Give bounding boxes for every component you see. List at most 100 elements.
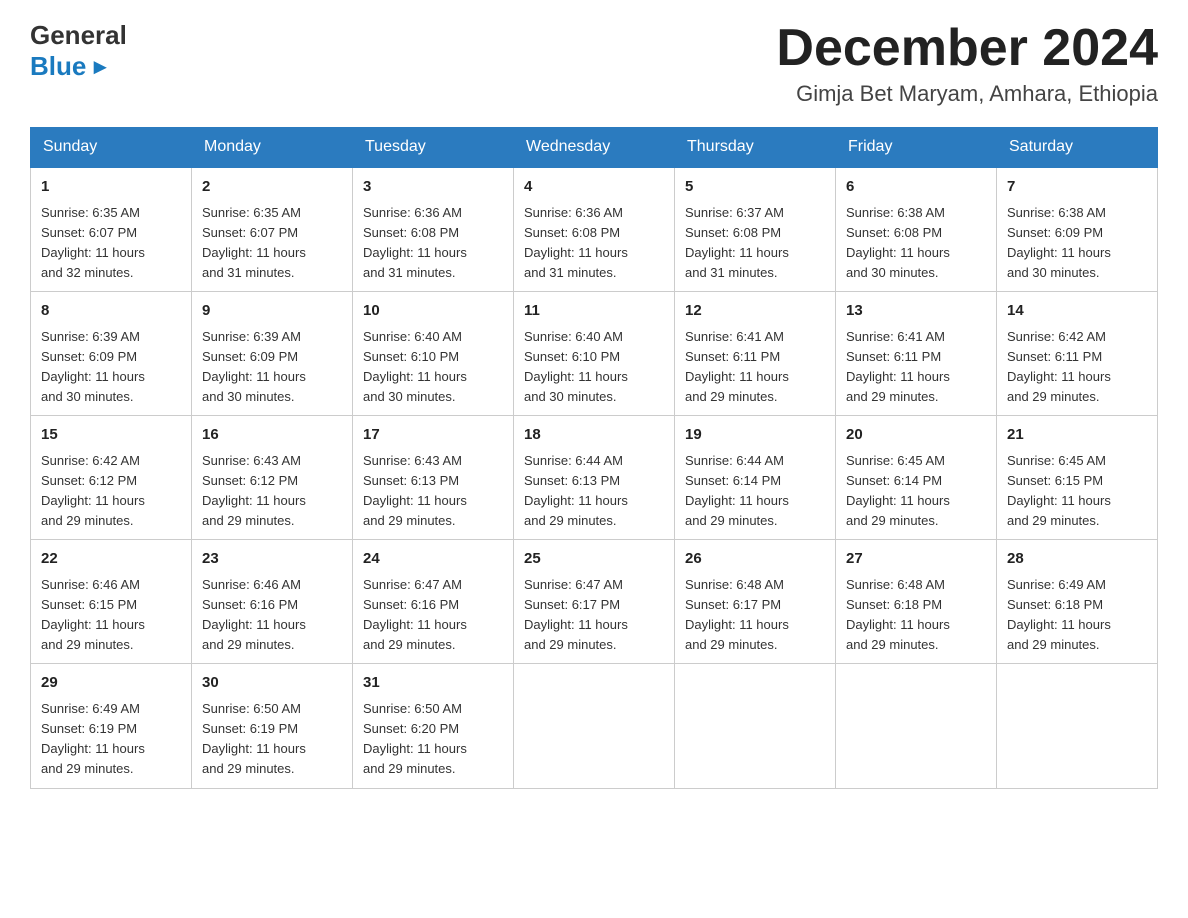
table-row: 9 Sunrise: 6:39 AM Sunset: 6:09 PM Dayli…: [192, 292, 353, 416]
day-info: Sunrise: 6:39 AM Sunset: 6:09 PM Dayligh…: [202, 327, 342, 408]
table-row: 6 Sunrise: 6:38 AM Sunset: 6:08 PM Dayli…: [836, 167, 997, 292]
table-row: 5 Sunrise: 6:37 AM Sunset: 6:08 PM Dayli…: [675, 167, 836, 292]
day-number: 25: [524, 548, 664, 571]
day-number: 27: [846, 548, 986, 571]
table-row: 3 Sunrise: 6:36 AM Sunset: 6:08 PM Dayli…: [353, 167, 514, 292]
table-row: 19 Sunrise: 6:44 AM Sunset: 6:14 PM Dayl…: [675, 416, 836, 540]
day-info: Sunrise: 6:42 AM Sunset: 6:12 PM Dayligh…: [41, 451, 181, 532]
table-row: 29 Sunrise: 6:49 AM Sunset: 6:19 PM Dayl…: [31, 664, 192, 788]
day-info: Sunrise: 6:47 AM Sunset: 6:17 PM Dayligh…: [524, 575, 664, 656]
day-number: 30: [202, 672, 342, 695]
title-block: December 2024 Gimja Bet Maryam, Amhara, …: [776, 20, 1158, 107]
table-row: 26 Sunrise: 6:48 AM Sunset: 6:17 PM Dayl…: [675, 540, 836, 664]
day-number: 22: [41, 548, 181, 571]
calendar-header-row: Sunday Monday Tuesday Wednesday Thursday…: [31, 128, 1158, 168]
day-number: 4: [524, 176, 664, 199]
day-number: 1: [41, 176, 181, 199]
day-info: Sunrise: 6:40 AM Sunset: 6:10 PM Dayligh…: [524, 327, 664, 408]
table-row: 28 Sunrise: 6:49 AM Sunset: 6:18 PM Dayl…: [997, 540, 1158, 664]
table-row: 24 Sunrise: 6:47 AM Sunset: 6:16 PM Dayl…: [353, 540, 514, 664]
table-row: 23 Sunrise: 6:46 AM Sunset: 6:16 PM Dayl…: [192, 540, 353, 664]
table-row: 27 Sunrise: 6:48 AM Sunset: 6:18 PM Dayl…: [836, 540, 997, 664]
table-row: 8 Sunrise: 6:39 AM Sunset: 6:09 PM Dayli…: [31, 292, 192, 416]
table-row: [675, 664, 836, 788]
day-info: Sunrise: 6:39 AM Sunset: 6:09 PM Dayligh…: [41, 327, 181, 408]
table-row: [836, 664, 997, 788]
day-info: Sunrise: 6:35 AM Sunset: 6:07 PM Dayligh…: [202, 203, 342, 284]
day-number: 26: [685, 548, 825, 571]
day-info: Sunrise: 6:50 AM Sunset: 6:19 PM Dayligh…: [202, 699, 342, 780]
col-sunday: Sunday: [31, 128, 192, 168]
day-number: 5: [685, 176, 825, 199]
day-number: 28: [1007, 548, 1147, 571]
day-number: 24: [363, 548, 503, 571]
day-number: 8: [41, 300, 181, 323]
month-title: December 2024: [776, 20, 1158, 77]
page-header: General Blue ► December 2024 Gimja Bet M…: [30, 20, 1158, 107]
day-number: 15: [41, 424, 181, 447]
day-info: Sunrise: 6:35 AM Sunset: 6:07 PM Dayligh…: [41, 203, 181, 284]
day-number: 20: [846, 424, 986, 447]
day-info: Sunrise: 6:38 AM Sunset: 6:09 PM Dayligh…: [1007, 203, 1147, 284]
table-row: 22 Sunrise: 6:46 AM Sunset: 6:15 PM Dayl…: [31, 540, 192, 664]
calendar-week-row: 15 Sunrise: 6:42 AM Sunset: 6:12 PM Dayl…: [31, 416, 1158, 540]
calendar-week-row: 1 Sunrise: 6:35 AM Sunset: 6:07 PM Dayli…: [31, 167, 1158, 292]
day-info: Sunrise: 6:46 AM Sunset: 6:16 PM Dayligh…: [202, 575, 342, 656]
day-info: Sunrise: 6:50 AM Sunset: 6:20 PM Dayligh…: [363, 699, 503, 780]
col-monday: Monday: [192, 128, 353, 168]
table-row: 20 Sunrise: 6:45 AM Sunset: 6:14 PM Dayl…: [836, 416, 997, 540]
day-info: Sunrise: 6:49 AM Sunset: 6:19 PM Dayligh…: [41, 699, 181, 780]
calendar-table: Sunday Monday Tuesday Wednesday Thursday…: [30, 127, 1158, 788]
day-number: 10: [363, 300, 503, 323]
day-info: Sunrise: 6:43 AM Sunset: 6:12 PM Dayligh…: [202, 451, 342, 532]
day-info: Sunrise: 6:38 AM Sunset: 6:08 PM Dayligh…: [846, 203, 986, 284]
day-info: Sunrise: 6:40 AM Sunset: 6:10 PM Dayligh…: [363, 327, 503, 408]
table-row: 30 Sunrise: 6:50 AM Sunset: 6:19 PM Dayl…: [192, 664, 353, 788]
day-info: Sunrise: 6:47 AM Sunset: 6:16 PM Dayligh…: [363, 575, 503, 656]
day-number: 31: [363, 672, 503, 695]
day-info: Sunrise: 6:48 AM Sunset: 6:18 PM Dayligh…: [846, 575, 986, 656]
table-row: 25 Sunrise: 6:47 AM Sunset: 6:17 PM Dayl…: [514, 540, 675, 664]
day-info: Sunrise: 6:45 AM Sunset: 6:14 PM Dayligh…: [846, 451, 986, 532]
day-number: 6: [846, 176, 986, 199]
day-info: Sunrise: 6:37 AM Sunset: 6:08 PM Dayligh…: [685, 203, 825, 284]
table-row: 16 Sunrise: 6:43 AM Sunset: 6:12 PM Dayl…: [192, 416, 353, 540]
logo-general-text: General: [30, 20, 127, 51]
day-info: Sunrise: 6:44 AM Sunset: 6:13 PM Dayligh…: [524, 451, 664, 532]
day-number: 9: [202, 300, 342, 323]
day-number: 23: [202, 548, 342, 571]
day-info: Sunrise: 6:36 AM Sunset: 6:08 PM Dayligh…: [524, 203, 664, 284]
col-saturday: Saturday: [997, 128, 1158, 168]
table-row: 21 Sunrise: 6:45 AM Sunset: 6:15 PM Dayl…: [997, 416, 1158, 540]
day-info: Sunrise: 6:41 AM Sunset: 6:11 PM Dayligh…: [846, 327, 986, 408]
day-info: Sunrise: 6:36 AM Sunset: 6:08 PM Dayligh…: [363, 203, 503, 284]
table-row: 14 Sunrise: 6:42 AM Sunset: 6:11 PM Dayl…: [997, 292, 1158, 416]
logo: General Blue ►: [30, 20, 127, 82]
day-info: Sunrise: 6:46 AM Sunset: 6:15 PM Dayligh…: [41, 575, 181, 656]
day-number: 29: [41, 672, 181, 695]
table-row: [514, 664, 675, 788]
table-row: 18 Sunrise: 6:44 AM Sunset: 6:13 PM Dayl…: [514, 416, 675, 540]
table-row: 11 Sunrise: 6:40 AM Sunset: 6:10 PM Dayl…: [514, 292, 675, 416]
day-number: 14: [1007, 300, 1147, 323]
day-number: 16: [202, 424, 342, 447]
table-row: 4 Sunrise: 6:36 AM Sunset: 6:08 PM Dayli…: [514, 167, 675, 292]
table-row: 17 Sunrise: 6:43 AM Sunset: 6:13 PM Dayl…: [353, 416, 514, 540]
table-row: 2 Sunrise: 6:35 AM Sunset: 6:07 PM Dayli…: [192, 167, 353, 292]
calendar-week-row: 8 Sunrise: 6:39 AM Sunset: 6:09 PM Dayli…: [31, 292, 1158, 416]
table-row: 12 Sunrise: 6:41 AM Sunset: 6:11 PM Dayl…: [675, 292, 836, 416]
day-number: 2: [202, 176, 342, 199]
day-number: 3: [363, 176, 503, 199]
day-number: 13: [846, 300, 986, 323]
logo-arrow-icon: ►: [89, 54, 111, 80]
table-row: 13 Sunrise: 6:41 AM Sunset: 6:11 PM Dayl…: [836, 292, 997, 416]
day-info: Sunrise: 6:43 AM Sunset: 6:13 PM Dayligh…: [363, 451, 503, 532]
table-row: [997, 664, 1158, 788]
day-number: 21: [1007, 424, 1147, 447]
day-info: Sunrise: 6:48 AM Sunset: 6:17 PM Dayligh…: [685, 575, 825, 656]
col-thursday: Thursday: [675, 128, 836, 168]
day-number: 12: [685, 300, 825, 323]
table-row: 7 Sunrise: 6:38 AM Sunset: 6:09 PM Dayli…: [997, 167, 1158, 292]
day-number: 7: [1007, 176, 1147, 199]
table-row: 31 Sunrise: 6:50 AM Sunset: 6:20 PM Dayl…: [353, 664, 514, 788]
